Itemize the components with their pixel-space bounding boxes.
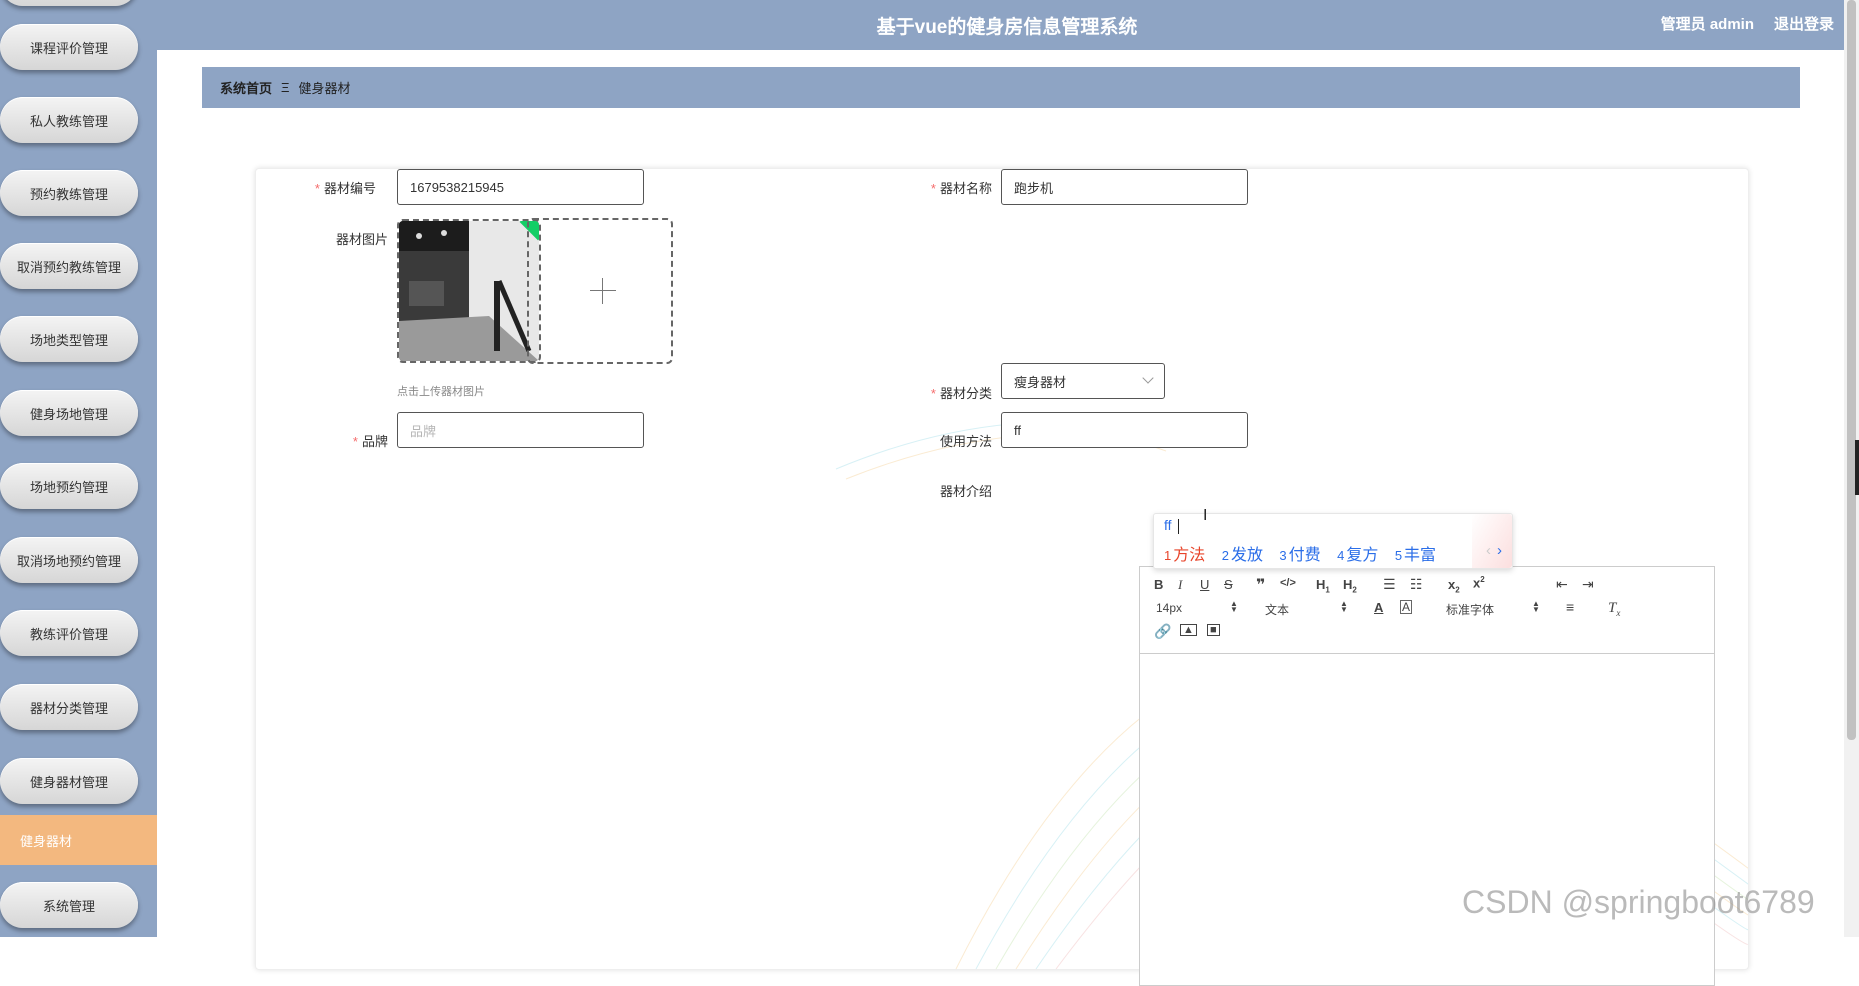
font-family-select[interactable]: 标准字体 bbox=[1446, 601, 1494, 618]
sidebar: 课程评价管理 私人教练管理 预约教练管理 取消预约教练管理 场地类型管理 健身场… bbox=[0, 0, 157, 937]
sidebar-item-system[interactable]: 系统管理 bbox=[0, 882, 138, 928]
intro-label: 器材介绍 bbox=[939, 484, 992, 499]
plus-icon-vertical bbox=[602, 278, 603, 304]
breadcrumb-separator-icon: Ξ bbox=[281, 80, 290, 95]
heading2-icon[interactable]: H2 bbox=[1343, 577, 1357, 595]
ime-caret bbox=[1178, 519, 1179, 534]
underline-icon[interactable]: U bbox=[1200, 577, 1209, 592]
breadcrumb: 系统首页 Ξ 健身器材 bbox=[202, 67, 1800, 108]
paragraph-select[interactable]: 文本 bbox=[1265, 601, 1289, 618]
code-block-icon[interactable]: </> bbox=[1280, 577, 1296, 589]
equipment-no-label: * 器材编号 bbox=[314, 181, 376, 196]
link-icon[interactable]: 🔗 bbox=[1154, 623, 1171, 640]
italic-icon[interactable]: I bbox=[1178, 577, 1182, 593]
editor-toolbar: B I U S ❞ </> H1 H2 ☰ ☷ x2 x2 ⇤ ⇥ 14px ▲… bbox=[1140, 567, 1714, 654]
sidebar-item-private-coach[interactable]: 私人教练管理 bbox=[0, 97, 138, 143]
intro-rich-editor[interactable]: B I U S ❞ </> H1 H2 ☰ ☷ x2 x2 ⇤ ⇥ 14px ▲… bbox=[1139, 566, 1715, 986]
ime-next-icon[interactable]: › bbox=[1497, 542, 1502, 559]
ime-candidate[interactable]: 2 发放 bbox=[1222, 547, 1263, 564]
usage-input[interactable]: ff bbox=[1001, 412, 1248, 448]
sidebar-item-venue-type[interactable]: 场地类型管理 bbox=[0, 316, 138, 362]
equipment-name-input[interactable]: 跑步机 bbox=[1001, 169, 1248, 205]
equipment-no-input[interactable]: 1679538215945 bbox=[397, 169, 644, 205]
sidebar-item-gym-venue[interactable]: 健身场地管理 bbox=[0, 390, 138, 436]
video-icon[interactable]: ■ bbox=[1207, 624, 1220, 636]
sidebar-item-equipment-category[interactable]: 器材分类管理 bbox=[0, 684, 138, 730]
ime-candidate[interactable]: 3 付费 bbox=[1279, 547, 1320, 564]
logout-link[interactable]: 退出登录 bbox=[1774, 13, 1834, 34]
bullet-list-icon[interactable]: ☷ bbox=[1410, 576, 1423, 593]
plus-icon bbox=[590, 290, 616, 291]
sidebar-item-equipment-active[interactable]: 健身器材 bbox=[0, 815, 157, 865]
background-color-icon[interactable]: A bbox=[1400, 600, 1413, 614]
ordered-list-icon[interactable]: ☰ bbox=[1383, 576, 1396, 593]
current-user: 管理员 admin bbox=[1660, 16, 1754, 33]
strike-icon[interactable]: S bbox=[1224, 577, 1233, 592]
font-color-icon[interactable]: A bbox=[1374, 600, 1383, 615]
breadcrumb-current: 健身器材 bbox=[298, 81, 351, 96]
equipment-image-thumbnail[interactable] bbox=[397, 219, 541, 363]
ime-prev-icon[interactable]: ‹ bbox=[1486, 542, 1491, 559]
breadcrumb-home[interactable]: 系统首页 bbox=[220, 78, 272, 97]
equipment-image-label: 器材图片 bbox=[335, 232, 388, 247]
watermark: CSDN @springboot6789 bbox=[1462, 884, 1815, 920]
font-size-select[interactable]: 14px bbox=[1156, 601, 1182, 615]
chevron-down-icon bbox=[1142, 372, 1154, 384]
ime-page-nav: ‹ › bbox=[1486, 542, 1502, 559]
brand-label: * 品牌 bbox=[352, 434, 388, 449]
scrollbar-marker bbox=[1855, 440, 1859, 495]
heading1-icon[interactable]: H1 bbox=[1316, 577, 1330, 595]
top-header: 基于vue的健身房信息管理系统 管理员 admin 退出登录 bbox=[157, 0, 1844, 50]
category-select[interactable]: 瘦身器材 bbox=[1001, 363, 1165, 399]
usage-label: 使用方法 bbox=[939, 434, 992, 449]
text-cursor-icon: I bbox=[1203, 507, 1208, 524]
sidebar-item-venue-booking[interactable]: 场地预约管理 bbox=[0, 463, 138, 509]
upload-hint: 点击上传器材图片 bbox=[397, 386, 485, 398]
sidebar-item-course-review[interactable]: 课程评价管理 bbox=[0, 24, 138, 70]
updown-icon: ▲ ▼ bbox=[1532, 599, 1540, 614]
sidebar-item-equipment-manage[interactable]: 健身器材管理 bbox=[0, 758, 138, 804]
ime-candidates: 1 方法 2 发放 3 付费 4 复方 5 丰富 bbox=[1164, 541, 1448, 565]
updown-icon: ▲ ▼ bbox=[1230, 599, 1238, 614]
ime-decoration bbox=[1472, 514, 1512, 568]
ime-candidate[interactable]: 4 复方 bbox=[1337, 547, 1378, 564]
equipment-name-label: * 器材名称 bbox=[930, 181, 992, 196]
sidebar-item-cancel-coach-booking[interactable]: 取消预约教练管理 bbox=[0, 243, 138, 289]
outdent-icon[interactable]: ⇤ bbox=[1556, 576, 1568, 593]
align-icon[interactable]: ≡ bbox=[1566, 599, 1574, 615]
blockquote-icon[interactable]: ❞ bbox=[1256, 575, 1265, 595]
scrollbar-thumb[interactable] bbox=[1847, 0, 1856, 740]
indent-icon[interactable]: ⇥ bbox=[1582, 576, 1594, 593]
app-title: 基于vue的健身房信息管理系统 bbox=[876, 17, 1138, 38]
image-icon[interactable]: ▲ bbox=[1180, 624, 1197, 636]
bold-icon[interactable]: B bbox=[1154, 577, 1163, 592]
brand-input[interactable]: 品牌 bbox=[397, 412, 644, 448]
gym-photo-image bbox=[399, 221, 539, 361]
sidebar-item-book-coach[interactable]: 预约教练管理 bbox=[0, 170, 138, 216]
page-scrollbar[interactable] bbox=[1844, 0, 1859, 937]
ime-candidate[interactable]: 1 方法 bbox=[1164, 547, 1205, 564]
ime-input-text: ff bbox=[1164, 517, 1172, 533]
ime-candidate[interactable]: 5 丰富 bbox=[1395, 547, 1436, 564]
sidebar-item-partial[interactable] bbox=[0, 0, 138, 6]
clear-format-icon[interactable]: Tx bbox=[1608, 600, 1620, 618]
subscript-icon[interactable]: x2 bbox=[1448, 577, 1460, 595]
sidebar-item-cancel-venue-booking[interactable]: 取消场地预约管理 bbox=[0, 537, 138, 583]
image-upload-button[interactable] bbox=[527, 218, 673, 364]
sidebar-item-coach-review[interactable]: 教练评价管理 bbox=[0, 610, 138, 656]
updown-icon: ▲ ▼ bbox=[1340, 599, 1348, 614]
superscript-icon[interactable]: x2 bbox=[1473, 575, 1485, 590]
category-label: * 器材分类 bbox=[930, 386, 992, 401]
